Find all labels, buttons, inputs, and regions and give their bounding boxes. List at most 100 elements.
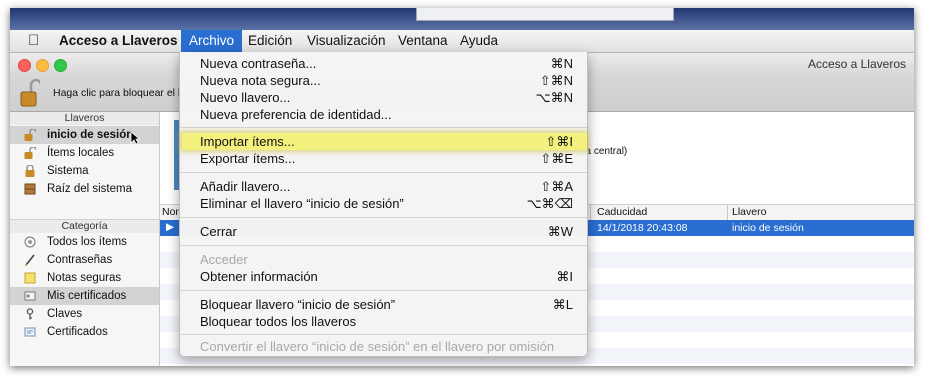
menu-item-label: Bloquear todos los llaveros [200, 314, 357, 329]
close-button[interactable] [18, 59, 31, 72]
menu-item-convertir-llavero: Convertir el llavero “inicio de sesión” … [180, 338, 587, 355]
menu-item-label: Eliminar el llavero “inicio de sesión” [200, 196, 404, 211]
sidebar-item-items-locales[interactable]: Ítems locales [10, 144, 159, 162]
sidebar-item-label: Sistema [47, 165, 89, 177]
menu-item-shortcut: ⌘I [556, 269, 573, 284]
menu-item-label: Bloquear llavero “inicio de sesión” [200, 297, 396, 312]
menu-separator [180, 334, 587, 335]
sidebar: Llaveros inicio de sesión Ítems locales … [10, 112, 160, 366]
menu-bar:  Acceso a Llaveros Archivo Edición Visu… [10, 30, 914, 53]
menu-item-obtener-informacion[interactable]: Obtener información ⌘I [180, 268, 587, 285]
sidebar-item-label: inicio de sesión [47, 129, 134, 141]
menu-item-label: Nueva preferencia de identidad... [200, 107, 392, 122]
sidebar-item-claves[interactable]: Claves [10, 305, 159, 323]
menu-separator [180, 245, 587, 246]
menu-item-label: Nuevo llavero... [200, 90, 291, 105]
menu-item-importar-items[interactable]: Importar ítems... ⇧⌘I [182, 133, 587, 150]
key-icon [26, 308, 34, 320]
note-icon [24, 272, 36, 284]
menu-item-acceder: Acceder [180, 251, 587, 268]
disclosure-triangle-icon[interactable]: ▶ [166, 221, 174, 233]
menu-item-shortcut: ⇧⌘A [540, 179, 573, 194]
menu-item-label: Nueva nota segura... [200, 73, 321, 88]
sidebar-item-label: Raíz del sistema [47, 183, 133, 195]
all-items-icon [24, 236, 36, 248]
sidebar-item-label: Mis certificados [47, 290, 127, 302]
menu-separator [180, 217, 587, 218]
menu-item-label: Convertir el llavero “inicio de sesión” … [200, 339, 555, 354]
menu-item-label: Obtener información [200, 269, 318, 284]
sidebar-item-label: Claves [47, 308, 83, 320]
sidebar-item-certificados[interactable]: Certificados [10, 323, 159, 341]
sidebar-item-label: Todos los ítems [47, 236, 127, 248]
menu-item-shortcut: ⌘W [547, 224, 573, 239]
column-separator [727, 205, 728, 220]
menu-item-shortcut: ⇧⌘I [545, 134, 573, 149]
background-window-edge [416, 8, 674, 21]
sidebar-item-sistema[interactable]: Sistema [10, 162, 159, 180]
menu-item-nueva-nota-segura[interactable]: Nueva nota segura... ⇧⌘N [180, 72, 587, 89]
unlocked-padlock-icon [24, 129, 36, 141]
window-title: Acceso a Llaveros [807, 57, 906, 71]
sidebar-item-contrasenas[interactable]: Contraseñas [10, 251, 159, 269]
pencil-icon [25, 254, 35, 266]
menu-item-bloquear-todos[interactable]: Bloquear todos los llaveros [180, 313, 587, 330]
minimize-button[interactable] [36, 59, 49, 72]
sidebar-item-mis-certificados[interactable]: Mis certificados [10, 287, 159, 305]
sidebar-item-notas-seguras[interactable]: Notas seguras [10, 269, 159, 287]
menu-separator [180, 127, 587, 128]
menu-item-cerrar[interactable]: Cerrar ⌘W [180, 223, 587, 240]
menu-item-label: Nueva contraseña... [200, 56, 317, 71]
sidebar-item-label: Contraseñas [47, 254, 113, 266]
menu-item-shortcut: ⌘N [550, 56, 573, 71]
menu-item-shortcut: ⌥⌘⌫ [526, 196, 573, 211]
menu-item-nuevo-llavero[interactable]: Nuevo llavero... ⌥⌘N [180, 89, 587, 106]
menu-item-label: Añadir llavero... [200, 179, 291, 194]
category-header: Categoría [10, 219, 159, 233]
sidebar-item-label: Certificados [47, 326, 108, 338]
column-separator [590, 205, 591, 220]
menu-item-nueva-contrasena[interactable]: Nueva contraseña... ⌘N [180, 55, 587, 72]
apple-icon[interactable]:  [28, 30, 39, 52]
sidebar-item-label: Notas seguras [47, 272, 122, 284]
menu-item-nueva-preferencia-identidad[interactable]: Nueva preferencia de identidad... [180, 106, 587, 123]
menu-item-label: Importar ítems... [200, 134, 295, 149]
row-keychain: inicio de sesión [732, 222, 804, 234]
menu-item-shortcut: ⌥⌘N [535, 90, 573, 105]
column-header-keychain[interactable]: Llavero [732, 206, 766, 218]
menu-item-label: Cerrar [200, 224, 237, 239]
cabinet-icon [24, 183, 36, 195]
menu-visualizacion[interactable]: Visualización [307, 30, 386, 52]
column-header-expiry[interactable]: Caducidad [597, 206, 647, 218]
menu-item-shortcut: ⇧⌘E [540, 151, 573, 166]
sidebar-item-label: Ítems locales [47, 147, 115, 159]
row-expiry: 14/1/2018 20:43:08 [597, 222, 688, 234]
locked-padlock-icon [25, 165, 35, 177]
lock-prompt-text[interactable]: Haga clic para bloquear el l [53, 87, 180, 99]
menu-ventana[interactable]: Ventana [398, 30, 448, 52]
menu-ayuda[interactable]: Ayuda [460, 30, 498, 52]
zoom-button[interactable] [54, 59, 67, 72]
sidebar-item-raiz-del-sistema[interactable]: Raíz del sistema [10, 180, 159, 198]
menu-item-label: Acceder [200, 252, 248, 267]
menu-edicion[interactable]: Edición [248, 30, 292, 52]
mouse-pointer-icon [130, 131, 140, 145]
keychains-header: Llaveros [10, 112, 159, 125]
menu-item-anadir-llavero[interactable]: Añadir llavero... ⇧⌘A [180, 178, 587, 195]
menu-item-shortcut: ⌘L [552, 297, 573, 312]
unlocked-padlock-icon [24, 147, 36, 159]
archivo-menu: Nueva contraseña... ⌘N Nueva nota segura… [179, 52, 588, 357]
screenshot-frame:  Acceso a Llaveros Archivo Edición Visu… [10, 8, 914, 366]
sidebar-item-todos-los-items[interactable]: Todos los ítems [10, 233, 159, 251]
menu-item-bloquear-llavero[interactable]: Bloquear llavero “inicio de sesión” ⌘L [180, 296, 587, 313]
menu-archivo[interactable]: Archivo [181, 30, 243, 52]
menu-separator [180, 172, 587, 173]
menu-item-shortcut: ⇧⌘N [539, 73, 573, 88]
menu-separator [180, 290, 587, 291]
certificate-icon [24, 327, 36, 337]
unlocked-padlock-icon[interactable] [20, 78, 40, 108]
menu-item-eliminar-llavero[interactable]: Eliminar el llavero “inicio de sesión” ⌥… [180, 195, 587, 212]
menu-app-name[interactable]: Acceso a Llaveros [59, 30, 178, 52]
desktop-background [10, 8, 914, 30]
menu-item-exportar-items[interactable]: Exportar ítems... ⇧⌘E [180, 150, 587, 167]
